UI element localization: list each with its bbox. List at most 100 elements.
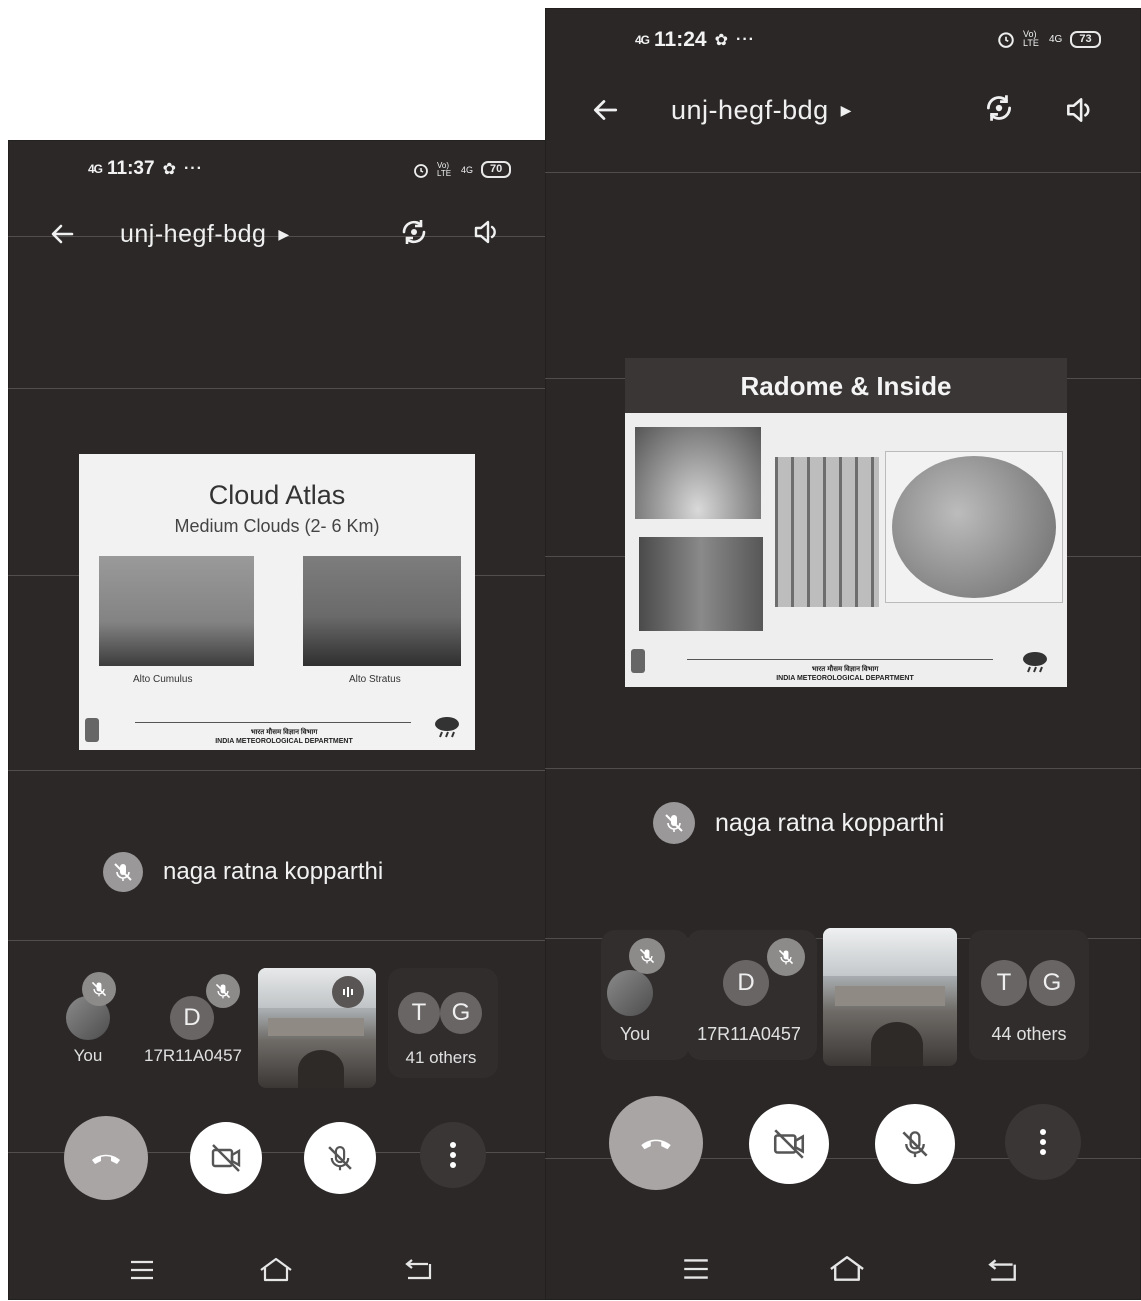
battery-indicator: 73 xyxy=(1070,30,1101,48)
toggle-mic-button[interactable] xyxy=(304,1122,376,1194)
status-bar: 4G 11:24 ✿ ··· xyxy=(635,28,755,52)
self-video-preview[interactable] xyxy=(258,968,376,1088)
presentation-slide: Cloud Atlas Medium Clouds (2- 6 Km) Alto… xyxy=(79,454,475,750)
speaker-muted-badge xyxy=(653,802,695,844)
slide-title: Cloud Atlas xyxy=(208,480,346,510)
alarm-icon xyxy=(998,32,1014,48)
presentation-slide: भारत मौसम विज्ञान विभाग INDIA METEOROLOG… xyxy=(625,413,1067,687)
participant-tile-17r11a0457[interactable]: D 17R11A0457 xyxy=(138,968,256,1078)
gear-icon: ✿ xyxy=(162,161,176,178)
status-time: 11:24 xyxy=(654,28,707,51)
slide-photo-alto-cumulus xyxy=(99,556,254,666)
volte-indicator: Vo) LTE xyxy=(437,160,452,178)
weather-rain-icon xyxy=(1023,652,1047,673)
caret-right-icon: ▶ xyxy=(278,225,290,242)
end-call-button[interactable] xyxy=(609,1096,703,1190)
active-speaker: naga ratna kopparthi xyxy=(653,802,944,844)
slide-photo-scaffold xyxy=(775,457,879,607)
signal-icon: 4G xyxy=(635,32,650,47)
participant-muted-badge xyxy=(82,972,116,1006)
participant-tile-you[interactable]: You xyxy=(601,930,689,1060)
speaker-name: naga ratna kopparthi xyxy=(163,858,384,885)
menu-icon xyxy=(131,1260,153,1280)
toggle-camera-button[interactable] xyxy=(190,1122,262,1194)
audio-level-icon xyxy=(343,987,353,997)
department-hindi: भारत मौसम विज्ञान विभाग xyxy=(811,666,879,673)
end-call-icon xyxy=(92,1154,120,1164)
meeting-code: unj-hegf-bdg xyxy=(120,219,267,248)
nav-menu-button[interactable] xyxy=(128,1258,156,1282)
weather-rain-icon xyxy=(435,717,459,738)
speaking-indicator xyxy=(332,976,364,1008)
slide-divider xyxy=(687,659,993,660)
department-hindi: भारत मौसम विज्ञान विभाग xyxy=(250,729,318,736)
slide-caption-left: Alto Cumulus xyxy=(133,674,193,685)
others-count-label: 44 others xyxy=(991,1024,1067,1044)
audio-output-button[interactable] xyxy=(1057,88,1101,132)
battery-indicator: 70 xyxy=(481,161,512,178)
switch-camera-button[interactable] xyxy=(977,86,1021,130)
speaker-name: naga ratna kopparthi xyxy=(715,808,945,837)
arrow-left-icon xyxy=(51,224,74,244)
department-english: INDIA METEOROLOGICAL DEPARTMENT xyxy=(215,738,353,745)
slide-department: भारत मौसम विज्ञान विभाग INDIA METEOROLOG… xyxy=(169,728,399,746)
mic-off-icon xyxy=(215,983,231,999)
nav-back-button[interactable] xyxy=(987,1258,1019,1284)
slide-title: Radome & Inside xyxy=(740,371,952,401)
switch-camera-button[interactable] xyxy=(394,212,434,252)
arrow-left-icon xyxy=(593,100,618,120)
slide-photo-antenna-frame xyxy=(885,451,1063,603)
speaker-icon xyxy=(1067,98,1090,122)
more-options-button[interactable] xyxy=(1005,1104,1081,1180)
participant-tile-17r11a0457[interactable]: D 17R11A0457 xyxy=(687,930,817,1060)
mic-off-icon xyxy=(778,949,794,965)
slide-caption-right: Alto Stratus xyxy=(349,674,401,685)
slide-divider xyxy=(135,722,411,723)
mic-off-icon xyxy=(328,1146,352,1171)
scan-line xyxy=(8,940,548,941)
end-call-button[interactable] xyxy=(64,1116,148,1200)
department-english: INDIA METEOROLOGICAL DEPARTMENT xyxy=(776,675,914,682)
toggle-camera-button[interactable] xyxy=(749,1104,829,1184)
video-off-icon xyxy=(211,1144,241,1172)
meeting-code: unj-hegf-bdg xyxy=(671,94,829,125)
more-notifications-icon: ··· xyxy=(735,31,755,48)
phone-screen-left: 4G 11:37 ✿ ··· Vo) LTE 4G 70 unj-hegf-bd… xyxy=(8,140,548,1300)
avatar-t: T xyxy=(398,992,440,1034)
back-button[interactable] xyxy=(44,216,80,252)
meeting-info-button[interactable]: unj-hegf-bdg ▶ xyxy=(671,90,851,130)
avatar: D xyxy=(170,996,214,1040)
active-speaker: naga ratna kopparthi xyxy=(103,852,383,892)
menu-icon xyxy=(684,1259,708,1279)
gear-icon: ✿ xyxy=(714,32,728,49)
back-nav-icon xyxy=(405,1259,432,1280)
status-time: 11:37 xyxy=(107,158,155,179)
camera-switch-icon xyxy=(402,220,426,244)
participant-tile-others[interactable]: T G 41 others xyxy=(388,968,498,1078)
toggle-mic-button[interactable] xyxy=(875,1104,955,1184)
participant-tile-you[interactable]: You xyxy=(60,968,140,1078)
nav-back-button[interactable] xyxy=(404,1258,434,1282)
meeting-info-button[interactable]: unj-hegf-bdg ▶ xyxy=(120,216,289,252)
participant-muted-badge xyxy=(629,938,665,974)
more-options-button[interactable] xyxy=(420,1122,486,1188)
nav-menu-button[interactable] xyxy=(681,1256,711,1282)
alarm-icon xyxy=(414,163,428,178)
self-video-preview[interactable] xyxy=(823,928,957,1066)
volte-indicator: Vo) LTE xyxy=(1023,29,1039,48)
slide-header-band: Radome & Inside xyxy=(625,358,1067,413)
signal-icon: 4G xyxy=(88,161,103,176)
slide-photo-antenna xyxy=(892,456,1056,598)
back-button[interactable] xyxy=(585,90,625,130)
more-notifications-icon: ··· xyxy=(183,160,203,177)
slide-photo-radome xyxy=(635,427,761,519)
mic-off-icon xyxy=(665,814,683,832)
participant-tile-others[interactable]: T G 44 others xyxy=(969,930,1089,1060)
nav-home-button[interactable] xyxy=(827,1254,867,1284)
caret-right-icon: ▶ xyxy=(840,101,852,118)
nav-home-button[interactable] xyxy=(258,1256,294,1284)
audio-output-button[interactable] xyxy=(466,212,506,252)
participant-muted-badge xyxy=(206,974,240,1008)
slide-photo-inside xyxy=(639,537,763,631)
avatar xyxy=(607,970,653,1016)
